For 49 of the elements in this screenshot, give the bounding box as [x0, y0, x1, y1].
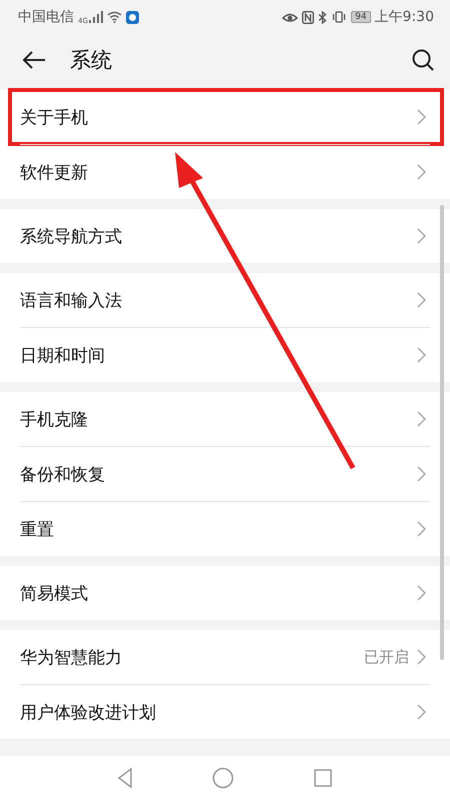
settings-row[interactable]: 简易模式 [20, 566, 430, 620]
settings-row[interactable]: 重置 [20, 501, 430, 556]
chevron-icon [417, 109, 426, 125]
status-time: 上午9:30 [374, 8, 434, 26]
row-label: 关于手机 [20, 106, 88, 128]
row-label: 重置 [20, 518, 54, 540]
chevron-icon [417, 585, 426, 601]
row-label: 手机克隆 [20, 408, 88, 430]
settings-row[interactable]: 用户体验改进计划 [20, 684, 430, 739]
settings-row[interactable]: 语言和输入法 [20, 273, 430, 327]
bluetooth-icon [318, 10, 328, 24]
settings-row[interactable]: 华为智慧能力 已开启 [20, 630, 430, 684]
row-label: 备份和恢复 [20, 464, 105, 486]
chevron-icon [417, 228, 426, 244]
row-value: 已开启 [364, 648, 409, 666]
row-label: 语言和输入法 [20, 290, 122, 312]
chevron-icon [417, 347, 426, 363]
back-nav-button[interactable] [115, 765, 135, 791]
chevron-icon [417, 466, 426, 482]
carrier-name: 中国电信 [18, 8, 74, 26]
settings-row[interactable]: 关于手机 [10, 90, 442, 144]
battery-indicator: 94 [351, 11, 371, 23]
eye-icon [282, 11, 298, 23]
chevron-icon [417, 649, 426, 665]
search-icon [412, 49, 434, 71]
nfc-icon [302, 10, 314, 24]
back-icon [22, 50, 46, 70]
chevron-icon [417, 164, 426, 180]
home-button[interactable] [210, 765, 236, 791]
app-icon [126, 10, 139, 24]
chevron-icon [417, 411, 426, 427]
settings-row[interactable]: 备份和恢复 [20, 446, 430, 501]
settings-row[interactable]: 日期和时间 [20, 327, 430, 382]
row-label: 华为智慧能力 [20, 646, 122, 668]
signal-icon [88, 11, 103, 23]
row-label: 日期和时间 [20, 344, 105, 366]
page-title: 系统 [70, 47, 112, 74]
row-label: 简易模式 [20, 582, 88, 604]
row-label: 用户体验改进计划 [20, 702, 156, 724]
settings-row[interactable]: 系统导航方式 [20, 209, 430, 263]
search-button[interactable] [410, 47, 436, 73]
chevron-icon [417, 521, 426, 537]
settings-row[interactable]: 手机克隆 [20, 392, 430, 446]
chevron-icon [417, 704, 426, 720]
row-label: 软件更新 [20, 162, 88, 184]
row-label: 系统导航方式 [20, 226, 122, 248]
wifi-icon [106, 11, 122, 23]
chevron-icon [417, 292, 426, 308]
vibrate-icon [331, 11, 348, 23]
